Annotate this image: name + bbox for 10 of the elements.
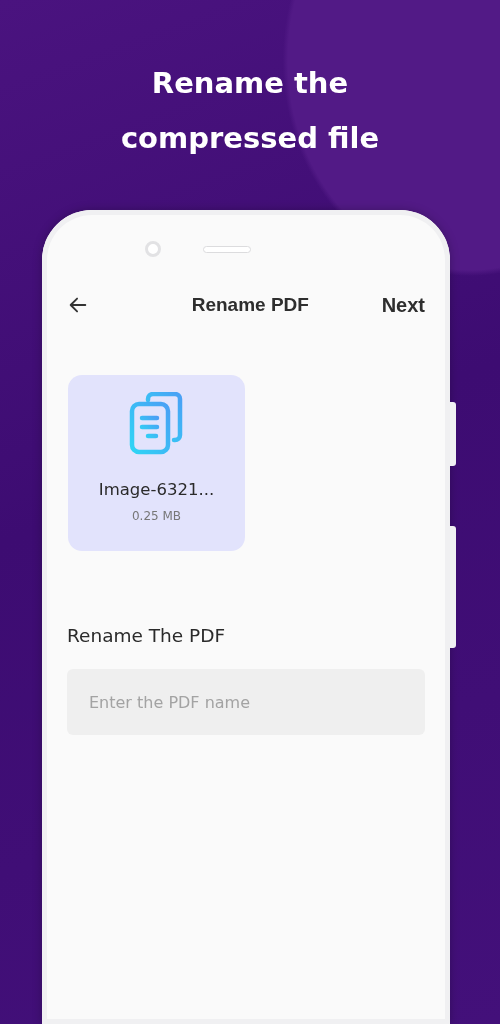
screen-title: Rename PDF — [191, 294, 309, 316]
pdf-name-field[interactable]: Enter the PDF name — [67, 669, 425, 735]
file-name: Image-6321... — [98, 480, 215, 499]
file-size: 0.25 MB — [131, 509, 182, 523]
speaker-icon — [203, 245, 251, 253]
file-card[interactable]: Image-6321... 0.25 MB — [68, 375, 245, 551]
next-button[interactable]: Next — [381, 293, 425, 317]
rename-label: Rename The PDF — [67, 625, 227, 646]
headline: Rename the compressed file — [119, 65, 381, 157]
camera-icon — [145, 241, 161, 257]
